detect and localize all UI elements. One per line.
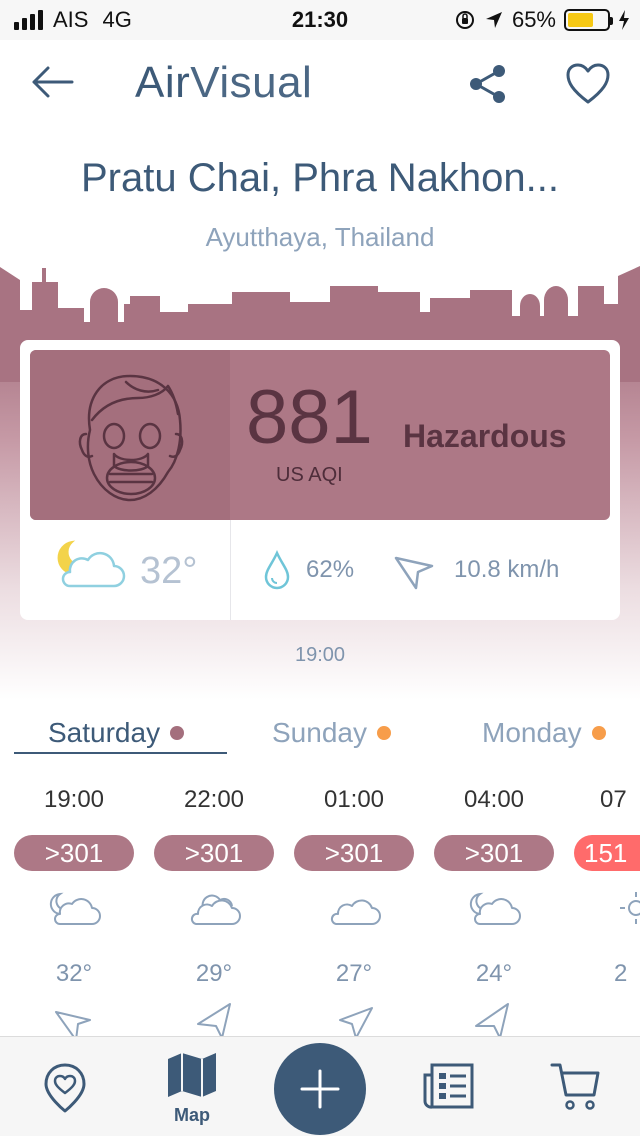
aqi-card[interactable]: 881 US AQI Hazardous 32° 62% 10.8 km/h xyxy=(20,340,620,620)
forecast-item: 19:00 >301 32° xyxy=(14,780,134,1036)
tab-news[interactable] xyxy=(420,1037,476,1136)
forecast-item: 04:00 >301 24° xyxy=(434,780,554,1036)
bottom-tab-bar: Map xyxy=(0,1036,640,1136)
forecast-time: 07 xyxy=(600,786,627,813)
forecast-item: 07 151 2 xyxy=(574,780,640,1036)
tab-shop[interactable] xyxy=(548,1037,602,1136)
map-icon xyxy=(168,1053,216,1097)
battery-icon xyxy=(564,9,613,31)
forecast-temperature: 32° xyxy=(55,960,93,987)
weather-divider xyxy=(230,520,231,620)
tab-saturday[interactable]: Saturday xyxy=(48,710,185,756)
forecast-temperature: 2 xyxy=(614,960,628,987)
day-aqi-dot xyxy=(170,726,185,740)
forecast-time: 04:00 xyxy=(463,786,525,813)
forecast-temperature: 29° xyxy=(195,960,233,987)
cart-icon xyxy=(550,1063,600,1110)
night-partly-cloudy-icon xyxy=(49,892,101,925)
forecast-time: 22:00 xyxy=(183,786,245,813)
last-update-time: 19:00 xyxy=(294,644,346,666)
forecast-aqi-badge: >301 xyxy=(294,835,414,871)
cloud-icon xyxy=(330,899,381,925)
day-label: Monday xyxy=(482,717,582,748)
forecast-item: 22:00 >301 29° xyxy=(154,780,274,1036)
wind-speed-value: 10.8 km/h xyxy=(454,556,560,583)
add-button[interactable] xyxy=(274,1043,366,1135)
region-name: Ayutthaya, Thailand xyxy=(205,222,435,252)
news-icon xyxy=(423,1063,474,1109)
hourly-forecast[interactable]: 19:00 >301 32° 22:00 >301 29° 01:00 >301… xyxy=(0,780,640,1036)
tab-map[interactable]: Map xyxy=(164,1037,220,1136)
heart-icon[interactable] xyxy=(564,62,612,106)
forecast-item: 01:00 >301 27° xyxy=(294,780,414,1036)
city-name: Pratu Chai, Phra Nakhon... xyxy=(80,156,560,200)
app-logo: AirVisual xyxy=(135,58,312,108)
add-icon xyxy=(300,1069,340,1109)
forecast-aqi-badge: >301 xyxy=(434,835,554,871)
forecast-aqi-badge: >301 xyxy=(14,835,134,871)
forecast-aqi-badge: 151 xyxy=(574,835,640,871)
aqi-face-panel xyxy=(30,350,230,520)
night-partly-cloudy-icon xyxy=(57,540,126,588)
forecast-temperature: 27° xyxy=(335,960,373,987)
aqi-level-label: Hazardous xyxy=(403,418,567,454)
orientation-lock-icon xyxy=(455,11,474,29)
current-temperature: 32° xyxy=(140,550,198,592)
day-label: Sunday xyxy=(272,717,367,748)
aqi-panel: 881 US AQI Hazardous xyxy=(30,350,610,520)
wind-direction-icon xyxy=(475,1003,509,1036)
forecast-time: 01:00 xyxy=(323,786,385,813)
wind-direction-icon xyxy=(394,556,434,590)
aqi-unit: US AQI xyxy=(276,464,343,486)
status-bar: AIS 4G 21:30 65% xyxy=(0,0,640,40)
tab-map-label: Map xyxy=(174,1105,210,1125)
day-label: Saturday xyxy=(48,717,161,748)
logo-text-air: Air xyxy=(135,58,191,107)
aqi-value: 881 xyxy=(246,375,373,460)
current-weather-row: 32° 62% 10.8 km/h xyxy=(20,520,620,620)
wind-direction-icon xyxy=(339,1007,373,1036)
humidity-drop-icon xyxy=(264,550,290,590)
logo-text-visual: Visual xyxy=(190,58,313,107)
tab-monday[interactable]: Monday xyxy=(482,710,606,756)
cloudy-icon xyxy=(190,894,241,925)
day-aqi-dot xyxy=(591,726,606,740)
day-aqi-dot xyxy=(376,726,391,740)
app-header: AirVisual xyxy=(0,40,640,130)
humidity-value: 62% xyxy=(306,556,355,583)
sun-icon xyxy=(620,892,640,924)
favorites-icon xyxy=(44,1063,86,1113)
battery-percent: 65% xyxy=(511,7,556,32)
charging-icon xyxy=(619,10,629,30)
forecast-time: 19:00 xyxy=(43,786,105,813)
day-tabs: Saturday Sunday Monday xyxy=(0,710,640,760)
active-tab-indicator xyxy=(14,752,227,754)
wind-direction-icon xyxy=(55,1011,91,1036)
share-icon[interactable] xyxy=(466,62,510,106)
forecast-temperature: 24° xyxy=(475,960,513,987)
back-arrow-icon[interactable] xyxy=(28,62,78,102)
tab-favorites[interactable] xyxy=(40,1037,90,1136)
wind-direction-icon xyxy=(197,1003,231,1036)
tab-sunday[interactable]: Sunday xyxy=(272,710,391,756)
location-arrow-icon xyxy=(485,12,502,28)
forecast-aqi-badge: >301 xyxy=(154,835,274,871)
night-partly-cloudy-icon xyxy=(469,892,521,925)
gas-mask-face-icon xyxy=(78,374,184,502)
